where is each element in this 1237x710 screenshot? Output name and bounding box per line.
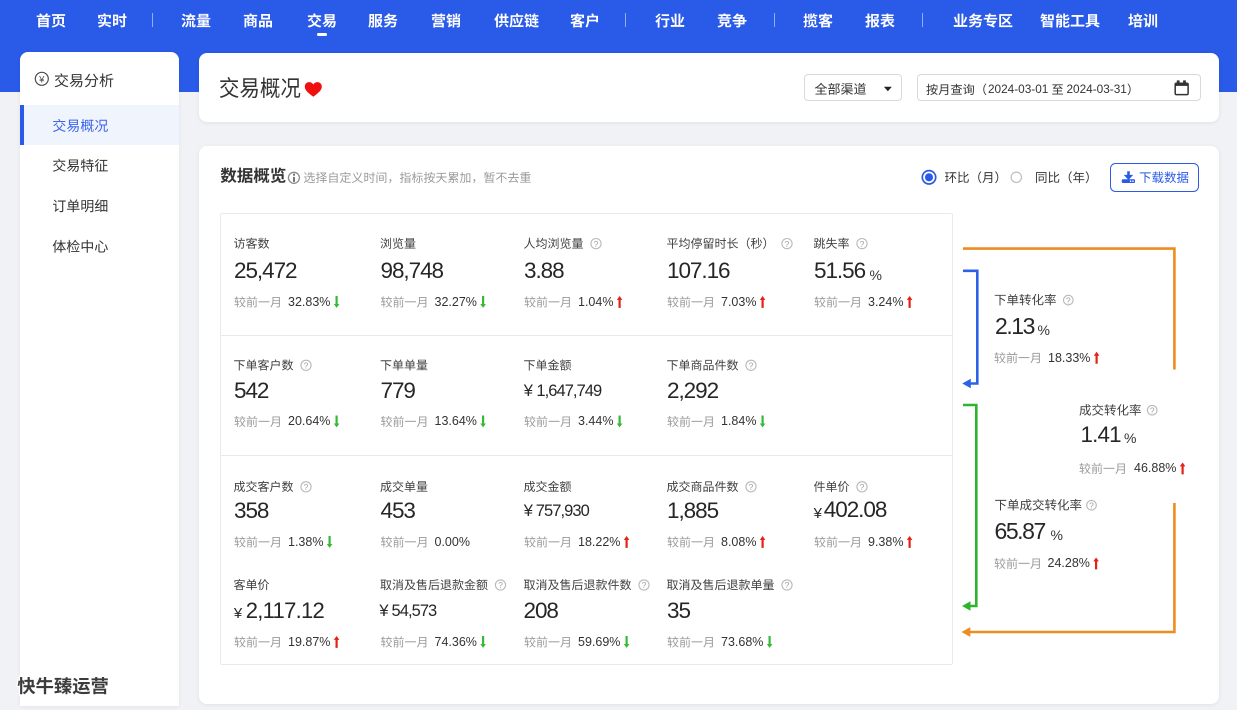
svg-text:?: ?: [785, 580, 790, 590]
svg-text:?: ?: [749, 482, 754, 492]
svg-text:?: ?: [785, 239, 790, 249]
svg-text:?: ?: [1089, 500, 1094, 510]
svg-text:?: ?: [304, 482, 309, 492]
svg-text:?: ?: [594, 239, 599, 249]
svg-text:?: ?: [642, 580, 647, 590]
svg-text:?: ?: [1066, 295, 1071, 305]
svg-text:¥: ¥: [38, 74, 45, 85]
svg-text:?: ?: [1150, 405, 1155, 415]
svg-text:?: ?: [304, 361, 309, 371]
svg-text:?: ?: [749, 361, 754, 371]
svg-text:?: ?: [860, 239, 865, 249]
svg-text:?: ?: [498, 580, 503, 590]
svg-text:?: ?: [860, 482, 865, 492]
